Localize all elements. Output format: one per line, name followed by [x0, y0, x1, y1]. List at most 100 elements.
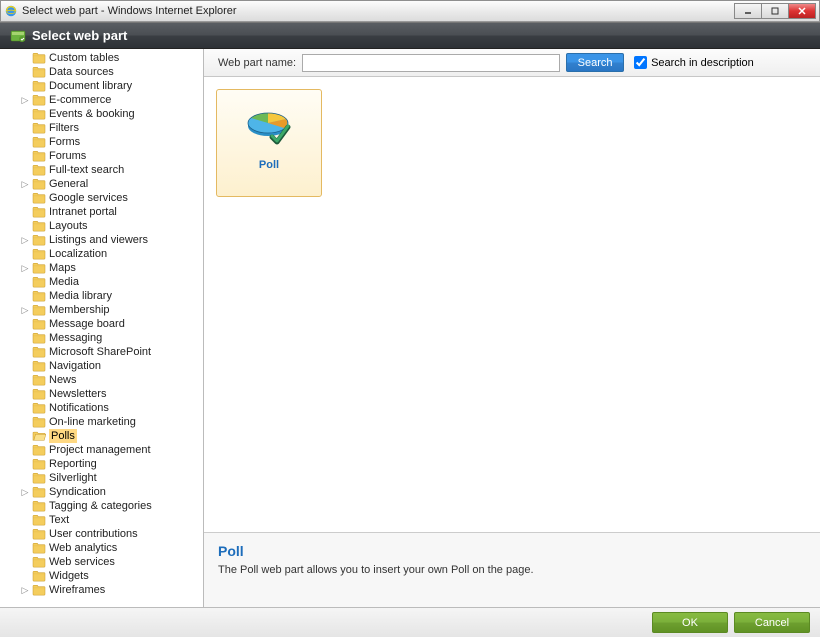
tree-item-microsoft-sharepoint[interactable]: Microsoft SharePoint [0, 345, 203, 359]
tree-item-wireframes[interactable]: ▷ Wireframes [0, 583, 203, 597]
search-in-description-wrap[interactable]: Search in description [634, 56, 754, 69]
tree-item-web-analytics[interactable]: Web analytics [0, 541, 203, 555]
tree-item-messaging[interactable]: Messaging [0, 331, 203, 345]
tree-item-google-services[interactable]: Google services [0, 191, 203, 205]
tree-item-label: Membership [49, 303, 110, 317]
tree-toggle-icon[interactable]: ▷ [20, 235, 30, 245]
tree-item-polls[interactable]: Polls [0, 429, 203, 443]
ie-icon [4, 4, 18, 18]
tree-item-membership[interactable]: ▷ Membership [0, 303, 203, 317]
tree-item-label: Newsletters [49, 387, 106, 401]
tree-item-custom-tables[interactable]: Custom tables [0, 51, 203, 65]
tree-item-silverlight[interactable]: Silverlight [0, 471, 203, 485]
minimize-button[interactable] [734, 3, 762, 19]
tree-item-label: Intranet portal [49, 205, 117, 219]
ok-button[interactable]: OK [652, 612, 728, 633]
tree-item-label: Web analytics [49, 541, 117, 555]
tree-item-label: Text [49, 513, 69, 527]
content-area: Custom tablesData sourcesDocument librar… [0, 49, 820, 607]
tree-item-label: Messaging [49, 331, 102, 345]
tree-item-label: Widgets [49, 569, 89, 583]
tree-item-on-line-marketing[interactable]: On-line marketing [0, 415, 203, 429]
tree-item-media-library[interactable]: Media library [0, 289, 203, 303]
tree-item-message-board[interactable]: Message board [0, 317, 203, 331]
search-label: Web part name: [218, 57, 296, 69]
webpart-gallery: Poll [204, 77, 820, 532]
tree-item-label: News [49, 373, 77, 387]
tree-item-maps[interactable]: ▷ Maps [0, 261, 203, 275]
tree-item-label: Listings and viewers [49, 233, 148, 247]
tree-toggle-icon[interactable]: ▷ [20, 585, 30, 595]
tree-item-label: Forms [49, 135, 80, 149]
tree-item-label: Syndication [49, 485, 106, 499]
tree-item-newsletters[interactable]: Newsletters [0, 387, 203, 401]
tree-item-label: Full-text search [49, 163, 124, 177]
tree-item-label: Layouts [49, 219, 88, 233]
tree-item-navigation[interactable]: Navigation [0, 359, 203, 373]
tree-item-label: Media [49, 275, 79, 289]
tree-item-widgets[interactable]: Widgets [0, 569, 203, 583]
tree-item-tagging-categories[interactable]: Tagging & categories [0, 499, 203, 513]
tree-item-label: Navigation [49, 359, 101, 373]
tree-item-localization[interactable]: Localization [0, 247, 203, 261]
tree-item-media[interactable]: Media [0, 275, 203, 289]
tree-toggle-icon[interactable]: ▷ [20, 487, 30, 497]
tree-item-web-services[interactable]: Web services [0, 555, 203, 569]
tree-item-notifications[interactable]: Notifications [0, 401, 203, 415]
search-in-description-label: Search in description [651, 57, 754, 69]
right-panel: Web part name: Search Search in descript… [204, 49, 820, 607]
tree-item-forums[interactable]: Forums [0, 149, 203, 163]
tree-item-syndication[interactable]: ▷ Syndication [0, 485, 203, 499]
tree-item-events-booking[interactable]: Events & booking [0, 107, 203, 121]
tree-item-text[interactable]: Text [0, 513, 203, 527]
tree-item-layouts[interactable]: Layouts [0, 219, 203, 233]
tree-item-label: On-line marketing [49, 415, 136, 429]
window-title: Select web part - Windows Internet Explo… [22, 5, 735, 17]
dialog-footer: OK Cancel [0, 607, 820, 637]
tree-item-listings-and-viewers[interactable]: ▷ Listings and viewers [0, 233, 203, 247]
tree-item-document-library[interactable]: Document library [0, 79, 203, 93]
poll-icon [244, 102, 294, 147]
category-tree[interactable]: Custom tablesData sourcesDocument librar… [0, 49, 204, 607]
tree-item-e-commerce[interactable]: ▷E-commerce [0, 93, 203, 107]
tree-item-reporting[interactable]: Reporting [0, 457, 203, 471]
search-button[interactable]: Search [566, 53, 624, 72]
tree-item-label: Notifications [49, 401, 109, 415]
maximize-button[interactable] [761, 3, 789, 19]
close-button[interactable] [788, 3, 816, 19]
tree-item-label: Project management [49, 443, 151, 457]
tree-toggle-icon[interactable]: ▷ [20, 263, 30, 273]
tree-item-user-contributions[interactable]: User contributions [0, 527, 203, 541]
description-panel: Poll The Poll web part allows you to ins… [204, 532, 820, 607]
webpart-card-poll[interactable]: Poll [216, 89, 322, 197]
tree-item-label: User contributions [49, 527, 138, 541]
tree-item-full-text-search[interactable]: Full-text search [0, 163, 203, 177]
tree-item-label: Google services [49, 191, 128, 205]
webpart-header-icon [10, 28, 26, 44]
webpart-card-label: Poll [259, 159, 279, 171]
tree-item-project-management[interactable]: Project management [0, 443, 203, 457]
dialog-title: Select web part [32, 28, 127, 43]
search-input[interactable] [302, 54, 560, 72]
tree-item-general[interactable]: ▷General [0, 177, 203, 191]
tree-item-news[interactable]: News [0, 373, 203, 387]
tree-item-label: Media library [49, 289, 112, 303]
tree-item-label: Forums [49, 149, 86, 163]
tree-item-label: Maps [49, 261, 76, 275]
tree-item-label: Wireframes [49, 583, 105, 597]
tree-item-filters[interactable]: Filters [0, 121, 203, 135]
tree-item-label: Localization [49, 247, 107, 261]
tree-toggle-icon[interactable]: ▷ [20, 95, 30, 105]
tree-item-forms[interactable]: Forms [0, 135, 203, 149]
tree-toggle-icon[interactable]: ▷ [20, 179, 30, 189]
tree-item-label: Document library [49, 79, 132, 93]
tree-item-intranet-portal[interactable]: Intranet portal [0, 205, 203, 219]
cancel-button[interactable]: Cancel [734, 612, 810, 633]
search-in-description-checkbox[interactable] [634, 56, 647, 69]
tree-item-label: Data sources [49, 65, 114, 79]
tree-item-label: Polls [49, 429, 77, 443]
tree-toggle-icon[interactable]: ▷ [20, 305, 30, 315]
tree-item-label: Events & booking [49, 107, 135, 121]
tree-item-data-sources[interactable]: Data sources [0, 65, 203, 79]
tree-item-label: Reporting [49, 457, 97, 471]
